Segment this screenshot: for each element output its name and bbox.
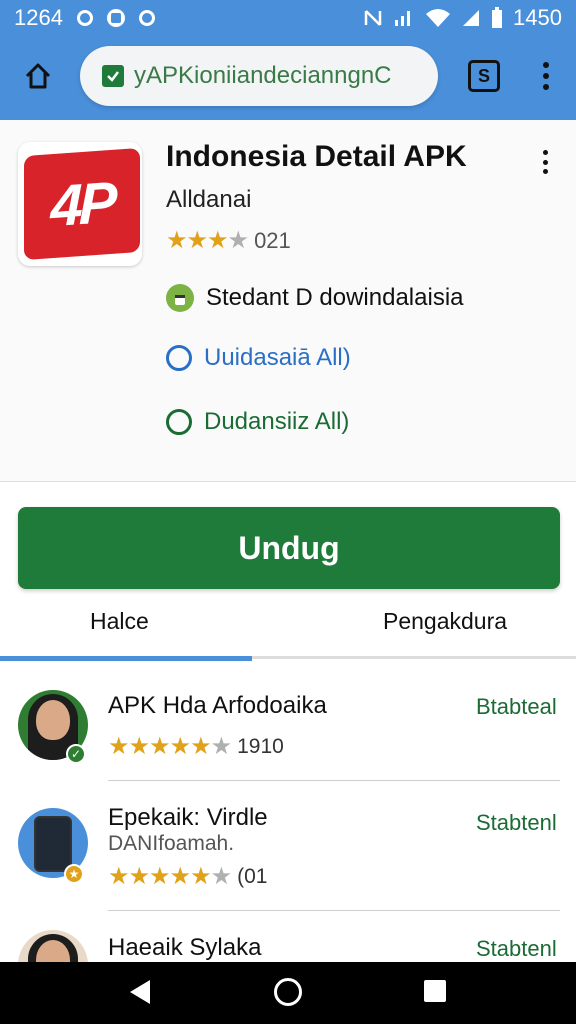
- app-notification-icon: [106, 9, 125, 27]
- tabs-button[interactable]: S: [468, 60, 500, 92]
- home-icon: [25, 63, 51, 89]
- status-time-right: 1450: [513, 5, 562, 30]
- list-item-title: Haeaik Sylaka: [108, 934, 262, 961]
- avatar: [18, 930, 88, 962]
- url-text: yAPKioniiandecianngnC: [134, 62, 392, 89]
- radio-icon: [166, 409, 192, 435]
- battery-icon: [492, 7, 503, 28]
- list-item-rating: ★★★★★★ (01: [108, 862, 267, 891]
- app-logo: 4P: [24, 147, 140, 261]
- list-item-rating-count: (01: [237, 864, 268, 888]
- android-icon: [166, 284, 194, 312]
- recent-apps-icon[interactable]: [424, 980, 446, 1002]
- nfc-icon: [364, 10, 382, 26]
- back-icon[interactable]: [130, 980, 150, 1004]
- signal-icon: [395, 11, 411, 26]
- app-header: 4P Indonesia Detail APK Alldanai ★★★★ 02…: [0, 120, 576, 482]
- list-item-action[interactable]: Stabtenl: [476, 936, 557, 962]
- list-item-title: Epekaik: Virdle: [108, 804, 268, 831]
- star-rating-icon: ★★★★: [166, 227, 249, 254]
- home-button[interactable]: [20, 58, 56, 94]
- app-title: Indonesia Detail APK: [166, 140, 467, 173]
- info-row-option-1[interactable]: Uuidasaiā All): [166, 344, 351, 372]
- tab-right[interactable]: Pengakdura: [383, 608, 507, 635]
- list-item-action[interactable]: Stabtenl: [476, 810, 557, 836]
- list-item-action[interactable]: Btabteal: [476, 694, 557, 720]
- app-developer[interactable]: Alldanai: [166, 186, 251, 214]
- info-row-option-2[interactable]: Dudansiiz All): [166, 408, 349, 436]
- list-item-subtitle: DANIfoamah.: [108, 832, 235, 855]
- status-time-left: 1264: [14, 5, 63, 30]
- messenger-icon: [138, 10, 155, 26]
- notification-circle-icon: [76, 10, 93, 26]
- info-downloads-text: Stedant D dowindalaisia: [206, 284, 464, 311]
- app-rating-count: 021: [254, 227, 291, 253]
- wifi-icon: [426, 9, 451, 27]
- download-button[interactable]: Undug: [18, 507, 560, 589]
- list-item[interactable]: ★ Epekaik: Virdle DANIfoamah. ★★★★★★ (01…: [0, 800, 576, 926]
- app-logo-text: 4P: [50, 169, 114, 239]
- info-row-downloads: Stedant D dowindalaisia: [166, 284, 464, 312]
- info-option-1-text: Uuidasaiā All): [204, 344, 351, 371]
- radio-icon: [166, 345, 192, 371]
- app-rating: ★★★★ 021: [166, 226, 291, 255]
- status-right: 1450: [363, 5, 562, 31]
- status-left: 1264: [14, 5, 155, 31]
- list-item[interactable]: Haeaik Sylaka Stabtenl: [0, 922, 576, 962]
- star-rating-icon: ★★★★★★: [108, 733, 232, 760]
- info-option-2-text: Dudansiiz All): [204, 408, 350, 435]
- secure-check-icon: [102, 65, 124, 87]
- divider: [108, 910, 560, 911]
- list-item[interactable]: ✓ APK Hda Arfodoaika ★★★★★★ 1910 Btabtea…: [0, 672, 576, 798]
- phone-icon: [34, 816, 72, 872]
- verified-check-icon: ✓: [66, 744, 86, 764]
- app-icon: 4P: [18, 142, 142, 266]
- home-circle-icon[interactable]: [274, 978, 302, 1006]
- list-item-title: APK Hda Arfodoaika: [108, 692, 327, 719]
- star-rating-icon: ★★★★★★: [108, 863, 232, 890]
- cell-signal-icon: [463, 10, 480, 26]
- browser-menu-button[interactable]: [536, 58, 556, 94]
- address-bar[interactable]: yAPKioniiandecianngnC: [80, 46, 438, 106]
- list-item-rating: ★★★★★★ 1910: [108, 732, 284, 761]
- tab-indicator: [0, 656, 252, 661]
- status-bar: 1264 1450: [0, 0, 576, 36]
- divider: [108, 780, 560, 781]
- list-item-rating-count: 1910: [237, 734, 284, 758]
- system-nav-bar: [0, 962, 576, 1024]
- tab-left[interactable]: Halce: [90, 608, 149, 635]
- browser-toolbar: yAPKioniiandecianngnC S: [0, 36, 576, 120]
- app-more-icon[interactable]: [540, 150, 550, 174]
- badge-icon: ★: [64, 864, 84, 884]
